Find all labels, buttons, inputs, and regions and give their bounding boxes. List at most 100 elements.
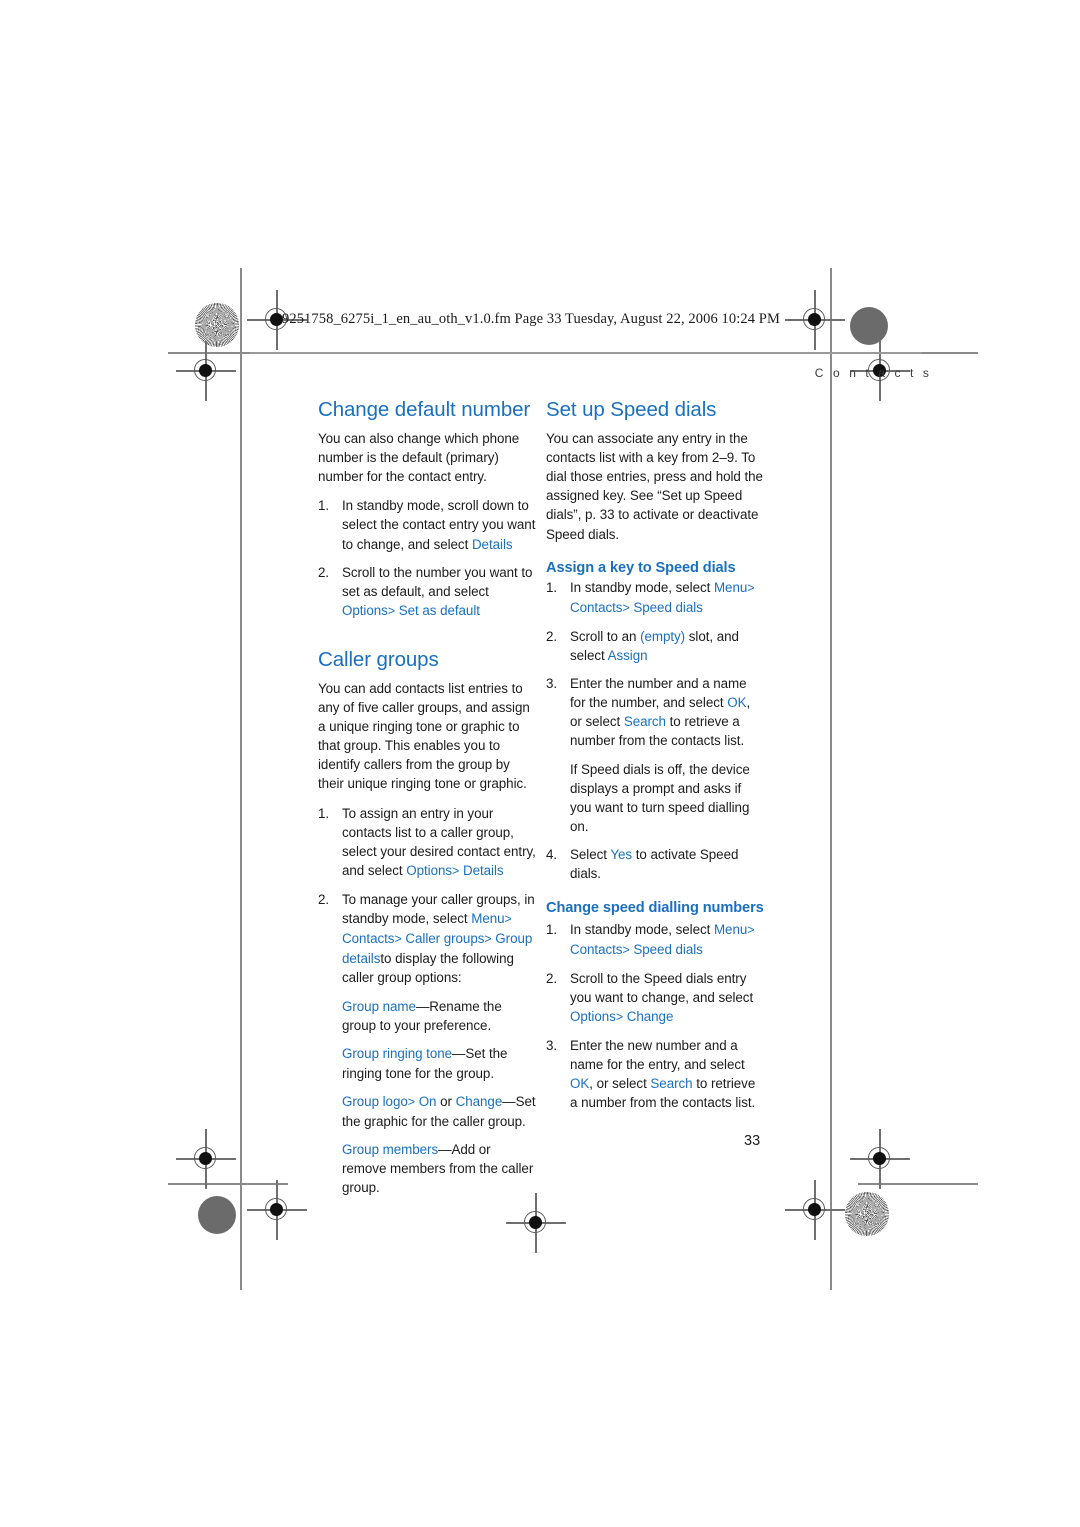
left-column: Change default number You can also chang… <box>318 398 536 1206</box>
steps-change-default-number: 1. In standby mode, scroll down to select… <box>318 496 536 621</box>
registration-target-lower-right <box>850 1129 910 1189</box>
option-group-name: Group name—Rename the group to your pref… <box>318 997 536 1035</box>
registration-solid-circle-bottom-left <box>198 1196 236 1234</box>
ui-term-search: Search <box>650 1076 693 1092</box>
step-number: 3. <box>546 1037 558 1053</box>
list-item: 2. To manage your caller groups, in stand… <box>318 890 536 987</box>
ui-term-menu: Menu <box>471 911 505 927</box>
option-group-logo: Group logo> On or Change—Set the graphic… <box>318 1092 536 1131</box>
step-number: 2. <box>546 628 558 644</box>
arrow-separator-icon: > <box>504 912 512 927</box>
right-column: Set up Speed dials You can associate any… <box>546 398 764 1122</box>
step-text: In standby mode, select <box>570 579 714 595</box>
arrow-separator-icon: > <box>615 1009 624 1024</box>
em-dash: — <box>452 1046 466 1062</box>
option-group-ringing-tone: Group ringing tone—Set the ringing tone … <box>318 1044 536 1082</box>
step-number: 1. <box>546 921 558 937</box>
ui-term-group-members: Group members <box>342 1141 439 1157</box>
arrow-separator-icon: > <box>747 580 755 595</box>
registration-target-bottom-center <box>506 1193 566 1253</box>
step-text: Scroll to the number you want to set as … <box>342 564 533 599</box>
crop-line-bottom-left-horizontal <box>168 1183 288 1185</box>
arrow-separator-icon: > <box>387 604 396 619</box>
registration-target-top-right <box>785 290 845 350</box>
em-dash: — <box>438 1141 452 1157</box>
arrow-separator-icon: > <box>484 931 492 946</box>
steps-assign-key: 1. In standby mode, select Menu> Contacts… <box>546 578 764 884</box>
step-text: Scroll to the Speed dials entry you want… <box>570 970 754 1005</box>
ui-term-contacts: Contacts <box>570 941 623 957</box>
step-number: 1. <box>318 805 330 821</box>
list-item: 1. In standby mode, select Menu> Contacts… <box>546 920 764 960</box>
step-text: Scroll to an <box>570 628 641 644</box>
step-number: 2. <box>546 970 558 986</box>
arrow-separator-icon: > <box>747 922 755 937</box>
registration-target-bottom-right <box>785 1180 845 1240</box>
step-text-mid: , or select <box>589 1076 651 1092</box>
step-number: 1. <box>318 498 330 514</box>
paragraph-caller-groups-intro: You can add contacts list entries to any… <box>318 680 530 792</box>
ui-term-group-name: Group name <box>342 999 416 1015</box>
ui-term-ok: OK <box>727 695 747 711</box>
step-number: 2. <box>318 564 330 580</box>
steps-caller-groups: 1. To assign an entry in your contacts li… <box>318 804 536 988</box>
list-item: 2. Scroll to the Speed dials entry you wa… <box>546 969 764 1027</box>
ui-term-options: Options <box>342 603 388 619</box>
step-continuation-paragraph: If Speed dials is off, the device displa… <box>570 761 750 835</box>
registration-solid-circle-top-right <box>850 307 888 345</box>
list-item: 3. Enter the new number and a name for th… <box>546 1036 764 1113</box>
crop-line-right-vertical <box>830 268 832 1290</box>
paragraph-set-up-speed-dials-intro: You can associate any entry in the conta… <box>546 430 763 542</box>
page-number: 33 <box>744 1133 761 1149</box>
registration-target-bottom-left <box>247 1180 307 1240</box>
step-number: 1. <box>546 579 558 595</box>
ui-term-caller-groups: Caller groups <box>405 930 485 946</box>
ui-term-details: Details <box>471 536 513 552</box>
arrow-separator-icon: > <box>407 1094 416 1109</box>
list-item: 4. Select Yes to activate Speed dials. <box>546 845 764 883</box>
ui-term-menu: Menu <box>713 921 748 937</box>
list-item: 2. Scroll to the number you want to set a… <box>318 563 536 621</box>
list-item: 3. Enter the number and a name for the nu… <box>546 674 764 836</box>
step-number: 2. <box>318 891 330 907</box>
ui-term-group-logo: Group logo <box>342 1093 408 1109</box>
ui-term-contacts: Contacts <box>342 930 395 946</box>
option-group-members: Group members—Add or remove members from… <box>318 1140 536 1197</box>
ui-term-change: Change <box>626 1008 674 1024</box>
arrow-separator-icon: > <box>394 931 402 946</box>
registration-starburst-top-left <box>195 303 239 347</box>
ui-term-change: Change <box>455 1093 503 1109</box>
step-text: Select <box>570 847 611 863</box>
running-head: C o n t a c t s <box>814 366 932 380</box>
ui-term-assign: Assign <box>607 647 648 663</box>
list-item: 1. In standby mode, select Menu> Contacts… <box>546 578 764 618</box>
step-text: Enter the number and a name for the numb… <box>570 675 747 711</box>
crop-line-left-vertical <box>240 268 242 1290</box>
ui-term-speed-dials: Speed dials <box>633 599 703 615</box>
paragraph-change-default-number-intro: You can also change which phone number i… <box>318 430 520 485</box>
ui-term-contacts: Contacts <box>570 599 623 615</box>
steps-change-speed-dialling: 1. In standby mode, select Menu> Contacts… <box>546 920 764 1113</box>
ui-term-menu: Menu <box>713 579 748 595</box>
registration-target-lower-left <box>176 1129 236 1189</box>
arrow-separator-icon: > <box>622 942 630 957</box>
ui-term-empty: (empty) <box>640 628 686 644</box>
ui-term-yes: Yes <box>610 847 633 863</box>
registration-target-upper-left <box>176 341 236 401</box>
ui-term-ok: OK <box>570 1076 590 1092</box>
list-item: 2. Scroll to an (empty) slot, and select … <box>546 627 764 665</box>
conjunction-or: or <box>436 1093 456 1109</box>
ui-term-on: On <box>418 1093 437 1109</box>
arrow-separator-icon: > <box>622 600 630 615</box>
crop-line-bottom-right-horizontal <box>858 1183 978 1185</box>
heading-change-default-number: Change default number <box>318 398 531 421</box>
file-stamp: 9251758_6275i_1_en_au_oth_v1.0.fm Page 3… <box>282 311 780 327</box>
em-dash: — <box>415 999 430 1015</box>
ui-term-group-ringing-tone: Group ringing tone <box>342 1046 453 1062</box>
heading-set-up-speed-dials: Set up Speed dials <box>546 398 717 421</box>
heading-caller-groups: Caller groups <box>318 647 439 671</box>
ui-term-set-as-default: Set as default <box>398 603 480 619</box>
step-number: 3. <box>546 675 558 691</box>
ui-term-search: Search <box>623 714 666 730</box>
heading-assign-a-key-to-speed-dials: Assign a key to Speed dials <box>546 559 736 576</box>
